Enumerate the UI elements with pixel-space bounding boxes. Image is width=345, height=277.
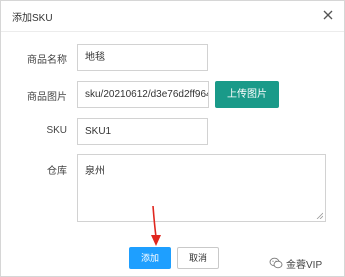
- upload-image-button[interactable]: 上传图片: [215, 81, 279, 108]
- product-name-input[interactable]: 地毯: [77, 44, 208, 71]
- product-image-path-input[interactable]: sku/20210612/d3e76d2ff964: [77, 81, 209, 108]
- warehouse-value: 泉州: [85, 166, 105, 177]
- close-icon[interactable]: [321, 8, 335, 22]
- red-arrow-icon: [151, 205, 161, 246]
- warehouse-label: 仓库: [47, 166, 67, 177]
- wechat-logo-icon: [269, 257, 283, 269]
- resize-grip-icon[interactable]: [316, 212, 323, 219]
- add-button[interactable]: 添加: [129, 247, 171, 269]
- cancel-button[interactable]: 取消: [177, 247, 219, 269]
- watermark-text: 金蓉VIP: [286, 259, 323, 271]
- dialog-header: 添加SKU: [1, 1, 344, 32]
- dialog-title: 添加SKU: [12, 13, 53, 24]
- watermark: 金蓉VIP: [269, 255, 322, 271]
- sku-label: SKU: [46, 125, 67, 136]
- sku-input[interactable]: SKU1: [77, 118, 208, 145]
- product-name-label: 商品名称: [27, 55, 67, 66]
- add-sku-dialog: 添加SKU 商品名称 地毯 商品图片 sku/20210612/d3e76d2f…: [0, 0, 345, 277]
- product-image-label: 商品图片: [27, 92, 67, 103]
- warehouse-textarea[interactable]: 泉州: [77, 154, 326, 222]
